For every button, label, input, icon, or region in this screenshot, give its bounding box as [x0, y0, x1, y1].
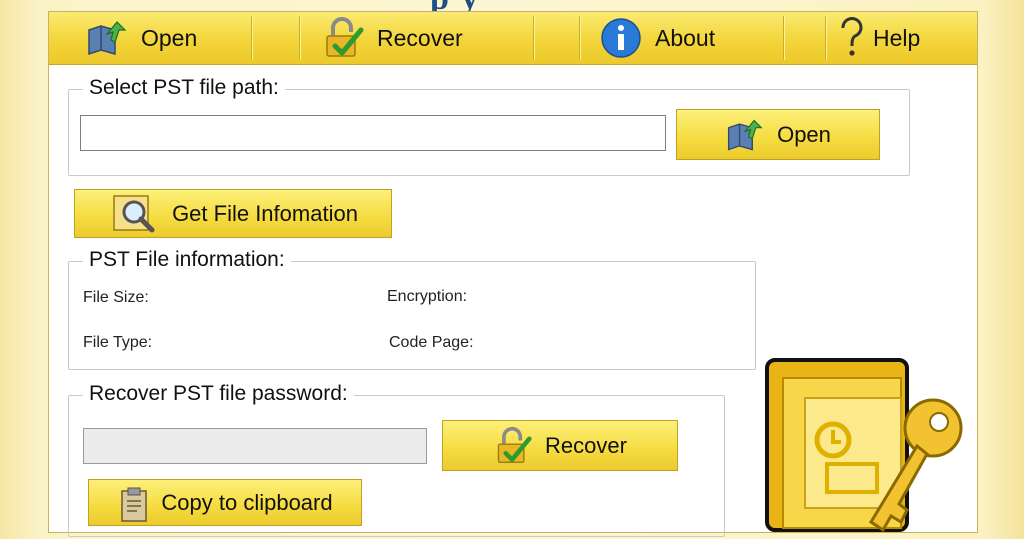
- toolbar-separator: [825, 16, 826, 60]
- toolbar-separator: [299, 16, 300, 60]
- toolbar-separator: [783, 16, 784, 60]
- password-output-field[interactable]: [83, 428, 427, 464]
- pst-info-title: PST File information:: [83, 248, 291, 272]
- folder-open-icon: [85, 16, 129, 60]
- question-mark-icon: [837, 16, 867, 60]
- toolbar-separator: [533, 16, 534, 60]
- file-type-label: File Type:: [83, 334, 153, 351]
- toolbar-open-label: Open: [141, 24, 198, 51]
- toolbar: Open Recover About Help: [49, 12, 977, 65]
- info-icon: [599, 16, 643, 60]
- outlook-key-icon: [761, 354, 975, 534]
- select-pst-title: Select PST file path:: [83, 76, 285, 100]
- copy-clipboard-button[interactable]: Copy to clipboard: [88, 479, 362, 526]
- toolbar-help-label: Help: [873, 24, 921, 51]
- padlock-check-icon: [493, 426, 533, 466]
- get-file-info-button[interactable]: Get File Infomation: [74, 189, 392, 238]
- password-output-input[interactable]: [84, 429, 426, 463]
- toolbar-recover-label: Recover: [377, 24, 463, 51]
- toolbar-help-button[interactable]: Help: [837, 12, 920, 64]
- copy-clipboard-label: Copy to clipboard: [161, 490, 333, 515]
- toolbar-recover-button[interactable]: Recover: [321, 12, 463, 64]
- main-window: Open Recover About Help Select PST file …: [48, 11, 978, 537]
- code-page-label: Code Page:: [389, 334, 474, 351]
- recover-label: Recover: [545, 432, 627, 458]
- recover-button[interactable]: Recover: [442, 420, 678, 471]
- toolbar-about-label: About: [655, 24, 716, 51]
- folder-open-icon: [725, 115, 765, 155]
- get-file-info-label: Get File Infomation: [172, 200, 358, 226]
- encryption-label: Encryption:: [387, 288, 468, 305]
- toolbar-about-button[interactable]: About: [599, 12, 715, 64]
- clipboard-icon: [117, 487, 151, 522]
- select-open-button[interactable]: Open: [676, 109, 880, 160]
- recover-password-title: Recover PST file password:: [83, 382, 354, 406]
- pst-path-field[interactable]: [80, 115, 666, 151]
- toolbar-separator: [579, 16, 580, 60]
- pst-path-input[interactable]: [81, 116, 665, 150]
- toolbar-open-button[interactable]: Open: [85, 12, 197, 64]
- padlock-check-icon: [321, 16, 365, 60]
- file-size-label: File Size:: [83, 289, 149, 306]
- magnifier-document-icon: [108, 194, 160, 234]
- select-open-label: Open: [777, 121, 831, 147]
- pst-info-group: PST File information:: [68, 248, 756, 370]
- toolbar-separator: [251, 16, 252, 60]
